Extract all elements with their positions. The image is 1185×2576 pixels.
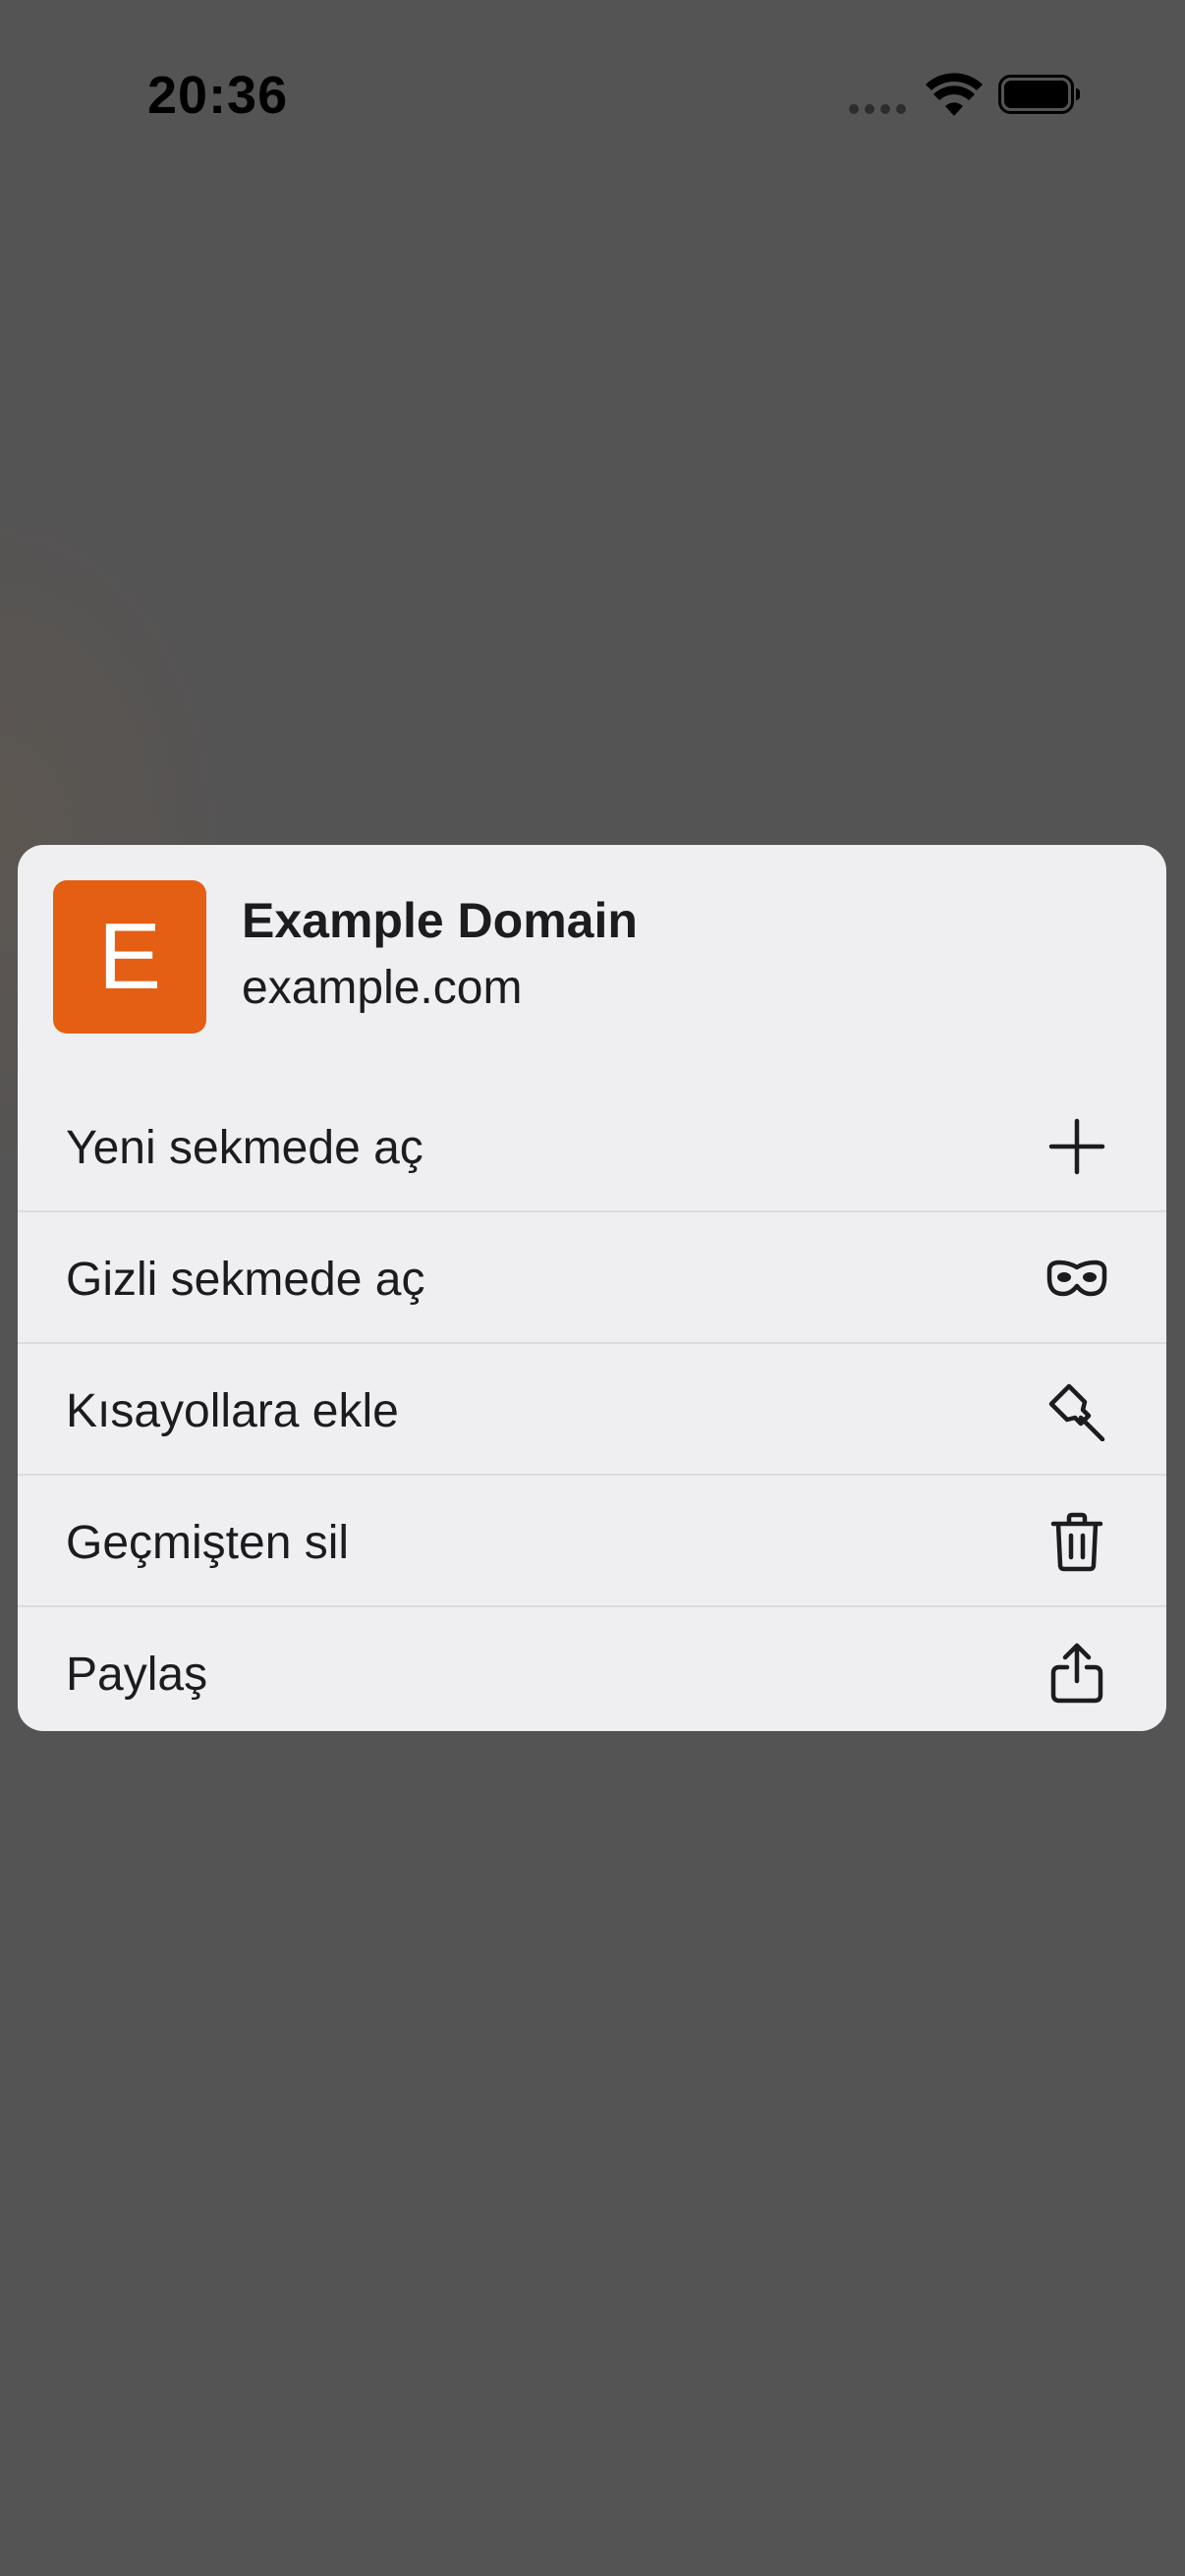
cellular-signal-icon — [849, 104, 908, 116]
status-bar: 20:36 — [0, 0, 1185, 196]
menu-item-label: Geçmişten sil — [66, 1517, 350, 1569]
status-time: 20:36 — [147, 66, 289, 125]
menu-item-add-shortcut[interactable]: Kısayollara ekle — [18, 1344, 1166, 1476]
site-url: example.com — [242, 962, 523, 1014]
battery-icon — [998, 75, 1080, 114]
menu-item-share[interactable]: Paylaş — [18, 1607, 1166, 1731]
pin-icon — [1048, 1383, 1105, 1441]
incognito-mask-icon — [1046, 1260, 1107, 1297]
plus-icon — [1048, 1118, 1105, 1175]
site-avatar: E — [53, 880, 206, 1034]
menu-item-delete-from-history[interactable]: Geçmişten sil — [18, 1476, 1166, 1607]
trash-icon — [1050, 1512, 1103, 1572]
site-title: Example Domain — [242, 893, 638, 948]
menu-item-label: Kısayollara ekle — [66, 1385, 399, 1437]
menu-item-label: Yeni sekmede aç — [66, 1122, 423, 1174]
link-preview-header[interactable]: E Example Domain example.com — [18, 845, 1166, 1081]
menu-item-open-new-tab[interactable]: Yeni sekmede aç — [18, 1081, 1166, 1212]
menu-item-label: Gizli sekmede aç — [66, 1254, 425, 1306]
menu-item-open-private-tab[interactable]: Gizli sekmede aç — [18, 1212, 1166, 1344]
share-icon — [1050, 1643, 1103, 1704]
wifi-icon — [926, 73, 983, 116]
menu-item-label: Paylaş — [66, 1649, 208, 1701]
context-menu: E Example Domain example.com Yeni sekmed… — [18, 845, 1166, 1731]
